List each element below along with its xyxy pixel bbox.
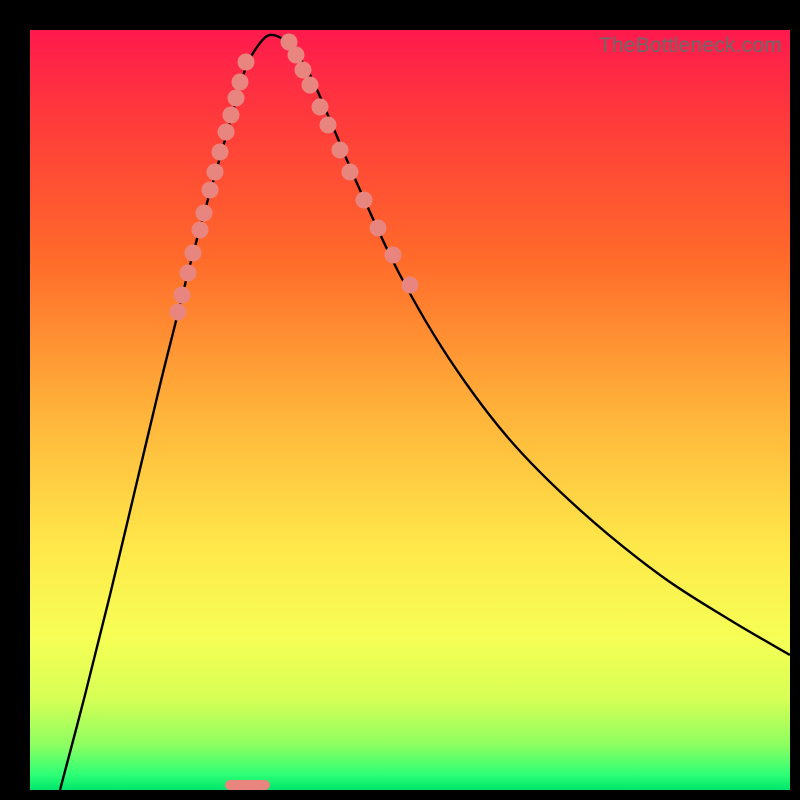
chart-frame: TheBottleneck.com (0, 0, 800, 800)
data-marker (174, 287, 191, 304)
data-marker (238, 54, 255, 71)
data-marker (312, 99, 329, 116)
data-marker (212, 144, 229, 161)
chart-svg (30, 30, 790, 790)
data-marker (202, 182, 219, 199)
chart-plot-area: TheBottleneck.com (30, 30, 790, 790)
data-marker (180, 265, 197, 282)
data-marker (218, 124, 235, 141)
data-marker (192, 222, 209, 239)
data-marker (228, 90, 245, 107)
data-marker (356, 192, 373, 209)
data-marker (223, 107, 240, 124)
data-marker (320, 117, 337, 134)
marker-group (170, 34, 419, 321)
legend-bar (225, 780, 270, 790)
bottleneck-curve (60, 35, 790, 790)
data-marker (370, 220, 387, 237)
data-marker (402, 277, 419, 294)
data-marker (302, 77, 319, 94)
data-marker (185, 245, 202, 262)
data-marker (170, 304, 187, 321)
data-marker (295, 62, 312, 79)
data-marker (332, 142, 349, 159)
data-marker (196, 205, 213, 222)
data-marker (342, 164, 359, 181)
data-marker (207, 164, 224, 181)
data-marker (288, 47, 305, 64)
data-marker (385, 247, 402, 264)
data-marker (232, 74, 249, 91)
